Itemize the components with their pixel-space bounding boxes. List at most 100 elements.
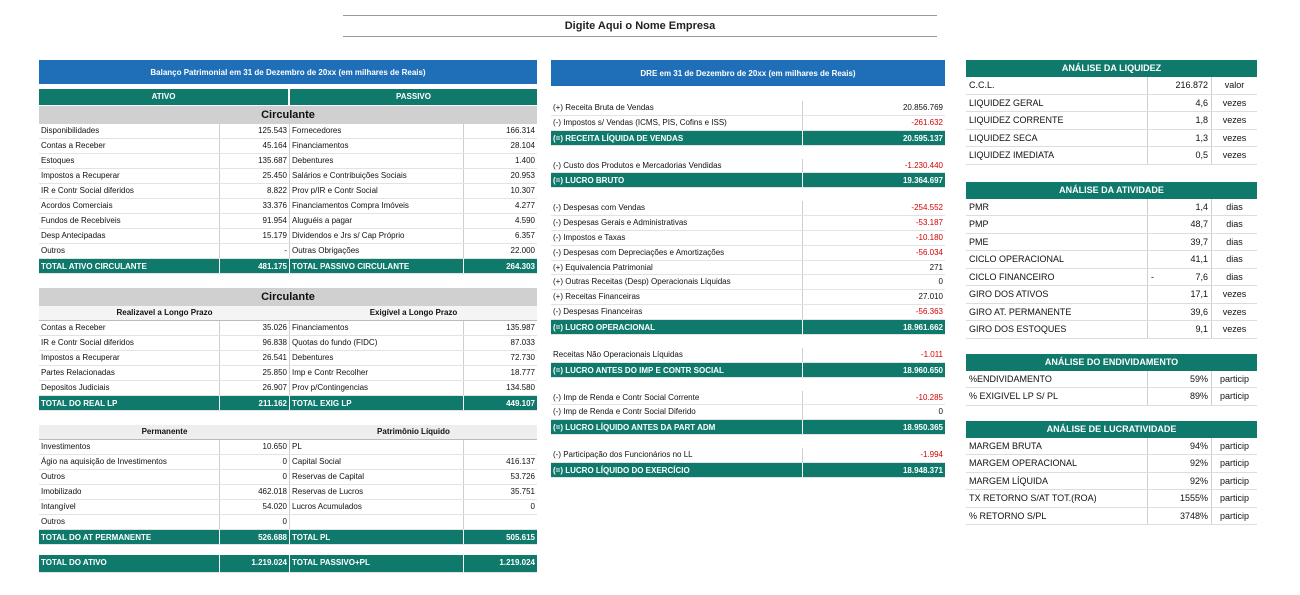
ativo-value[interactable]: 0: [220, 515, 290, 529]
passivo-value[interactable]: 6.357: [464, 229, 537, 243]
dre-label[interactable]: (+) Receita Bruta de Vendas: [551, 101, 803, 115]
passivo-label[interactable]: Salários e Contribuições Sociais: [290, 169, 464, 183]
passivo-value[interactable]: 4.277: [464, 199, 537, 213]
metric-label[interactable]: MARGEM BRUTA: [966, 437, 1148, 454]
metric-label[interactable]: TX RETORNO S/AT TOT.(ROA): [966, 490, 1148, 507]
passivo-value[interactable]: 22.000: [464, 244, 537, 258]
dre-value[interactable]: -53.187: [803, 216, 945, 230]
total-ativo-value[interactable]: 211.162: [220, 396, 290, 410]
metric-label[interactable]: C.C.L.: [966, 77, 1148, 94]
ativo-label[interactable]: Partes Relacionadas: [39, 366, 220, 380]
dre-label[interactable]: (-) Despesas com Depreciações e Amortiza…: [551, 245, 803, 260]
metric-unit[interactable]: dias: [1212, 199, 1257, 216]
ativo-label[interactable]: Depositos Judiciais: [39, 381, 220, 395]
metric-label[interactable]: LIQUIDEZ GERAL: [966, 94, 1148, 111]
ativo-label[interactable]: IR e Contr Social diferidos: [39, 184, 220, 198]
metric-label[interactable]: PMP: [966, 216, 1148, 233]
metric-unit[interactable]: valor: [1212, 77, 1257, 94]
passivo-label[interactable]: Debentures: [290, 351, 464, 365]
total-passivo-value[interactable]: 1.219.024: [464, 555, 537, 572]
total-ativo-label[interactable]: TOTAL DO AT PERMANENTE: [39, 530, 220, 544]
ativo-value[interactable]: 25.450: [220, 169, 290, 183]
metric-value[interactable]: 39,6: [1190, 304, 1208, 321]
ativo-label[interactable]: Disponibilidades: [39, 124, 220, 138]
ativo-value[interactable]: 15.179: [220, 229, 290, 243]
metric-value[interactable]: 3748%: [1180, 508, 1208, 525]
dre-value[interactable]: 27.010: [803, 290, 945, 304]
ativo-label[interactable]: IR e Contr Social diferidos: [39, 336, 220, 350]
ativo-value[interactable]: 135.687: [220, 154, 290, 168]
metric-label[interactable]: LIQUIDEZ SECA: [966, 129, 1148, 146]
ativo-value[interactable]: 33.376: [220, 199, 290, 213]
passivo-value[interactable]: 28.104: [464, 139, 537, 153]
dre-value[interactable]: -56.034: [803, 246, 945, 260]
metric-label[interactable]: %ENDIVIDAMENTO: [966, 370, 1148, 387]
ativo-label[interactable]: Impostos a Recuperar: [39, 169, 220, 183]
total-passivo-label[interactable]: TOTAL EXIG LP: [290, 396, 464, 410]
metric-unit[interactable]: vezes: [1212, 112, 1257, 129]
metric-label[interactable]: CICLO FINANCEIRO: [966, 268, 1148, 285]
metric-label[interactable]: % RETORNO S/PL: [966, 507, 1148, 524]
metric-unit[interactable]: particip: [1212, 371, 1257, 388]
metric-unit[interactable]: dias: [1212, 269, 1257, 286]
passivo-value[interactable]: 166.314: [464, 124, 537, 138]
ativo-label[interactable]: Fundos de Recebíveis: [39, 214, 220, 228]
total-passivo-label[interactable]: TOTAL PASSIVO+PL: [290, 555, 464, 572]
ativo-label[interactable]: Outros: [39, 244, 220, 258]
metric-unit[interactable]: vezes: [1212, 304, 1257, 321]
metric-value[interactable]: 9,1: [1195, 321, 1208, 338]
metric-label[interactable]: GIRO DOS ATIVOS: [966, 286, 1148, 303]
metric-label[interactable]: PMR: [966, 198, 1148, 215]
dre-label[interactable]: (-) Impostos e Taxas: [551, 230, 803, 245]
passivo-value[interactable]: 35.751: [464, 485, 537, 499]
metric-value[interactable]: 39,7: [1190, 234, 1208, 251]
metric-value[interactable]: 4,6: [1195, 95, 1208, 112]
ativo-label[interactable]: Desp Antecipadas: [39, 229, 220, 243]
ativo-value[interactable]: 0: [220, 470, 290, 484]
metric-value[interactable]: 92%: [1190, 473, 1208, 490]
total-passivo-label[interactable]: TOTAL PASSIVO CIRCULANTE: [290, 259, 464, 273]
metric-value[interactable]: 89%: [1190, 388, 1208, 405]
dre-label[interactable]: (=) LUCRO OPERACIONAL: [551, 319, 803, 334]
metric-value[interactable]: 17,1: [1190, 286, 1208, 303]
metric-label[interactable]: PME: [966, 233, 1148, 250]
dre-label[interactable]: (=) LUCRO LÍQUIDO ANTES DA PART ADM: [551, 420, 803, 435]
metric-value[interactable]: 94%: [1190, 438, 1208, 455]
ativo-value[interactable]: 125.543: [220, 124, 290, 138]
passivo-label[interactable]: Reservas de Capital: [290, 470, 464, 484]
ativo-label[interactable]: Outros: [39, 470, 220, 484]
ativo-value[interactable]: 26.907: [220, 381, 290, 395]
metric-unit[interactable]: particip: [1212, 455, 1257, 472]
metric-label[interactable]: MARGEM LÍQUIDA: [966, 472, 1148, 489]
metric-label[interactable]: % EXIGIVEL LP S/ PL: [966, 388, 1148, 405]
ativo-value[interactable]: 54.020: [220, 500, 290, 514]
passivo-value[interactable]: 18.777: [464, 366, 537, 380]
passivo-label[interactable]: Aluguéis a pagar: [290, 214, 464, 228]
passivo-label[interactable]: Financiamentos Compra Imóveis: [290, 199, 464, 213]
passivo-label[interactable]: Prov p/Contingencias: [290, 381, 464, 395]
ativo-label[interactable]: Estoques: [39, 154, 220, 168]
ativo-value[interactable]: 96.838: [220, 336, 290, 350]
total-ativo-value[interactable]: 481.175: [220, 259, 290, 273]
passivo-value[interactable]: 10.307: [464, 184, 537, 198]
dre-value[interactable]: -10.180: [803, 231, 945, 245]
total-ativo-value[interactable]: 526.688: [220, 530, 290, 544]
dre-value[interactable]: -254.552: [803, 201, 945, 215]
metric-value[interactable]: 0,5: [1195, 147, 1208, 164]
passivo-label[interactable]: Financiamentos: [290, 139, 464, 153]
dre-label[interactable]: (=) LUCRO LÍQUIDO DO EXERCÍCIO: [551, 462, 803, 477]
total-ativo-value[interactable]: 1.219.024: [220, 555, 290, 572]
total-passivo-value[interactable]: 264.303: [464, 259, 537, 273]
metric-unit[interactable]: vezes: [1212, 286, 1257, 303]
passivo-label[interactable]: PL: [290, 440, 464, 454]
metric-unit[interactable]: dias: [1212, 234, 1257, 251]
passivo-label[interactable]: Dividendos e Jrs s/ Cap Próprio: [290, 229, 464, 243]
ativo-value[interactable]: 25.850: [220, 366, 290, 380]
passivo-label[interactable]: [290, 515, 464, 529]
dre-value[interactable]: 18.948.371: [803, 463, 945, 477]
dre-value[interactable]: 18.950.365: [803, 420, 945, 434]
passivo-label[interactable]: Debentures: [290, 154, 464, 168]
ativo-label[interactable]: Intangível: [39, 500, 220, 514]
metric-label[interactable]: LIQUIDEZ CORRENTE: [966, 112, 1148, 129]
ativo-value[interactable]: 10.650: [220, 440, 290, 454]
